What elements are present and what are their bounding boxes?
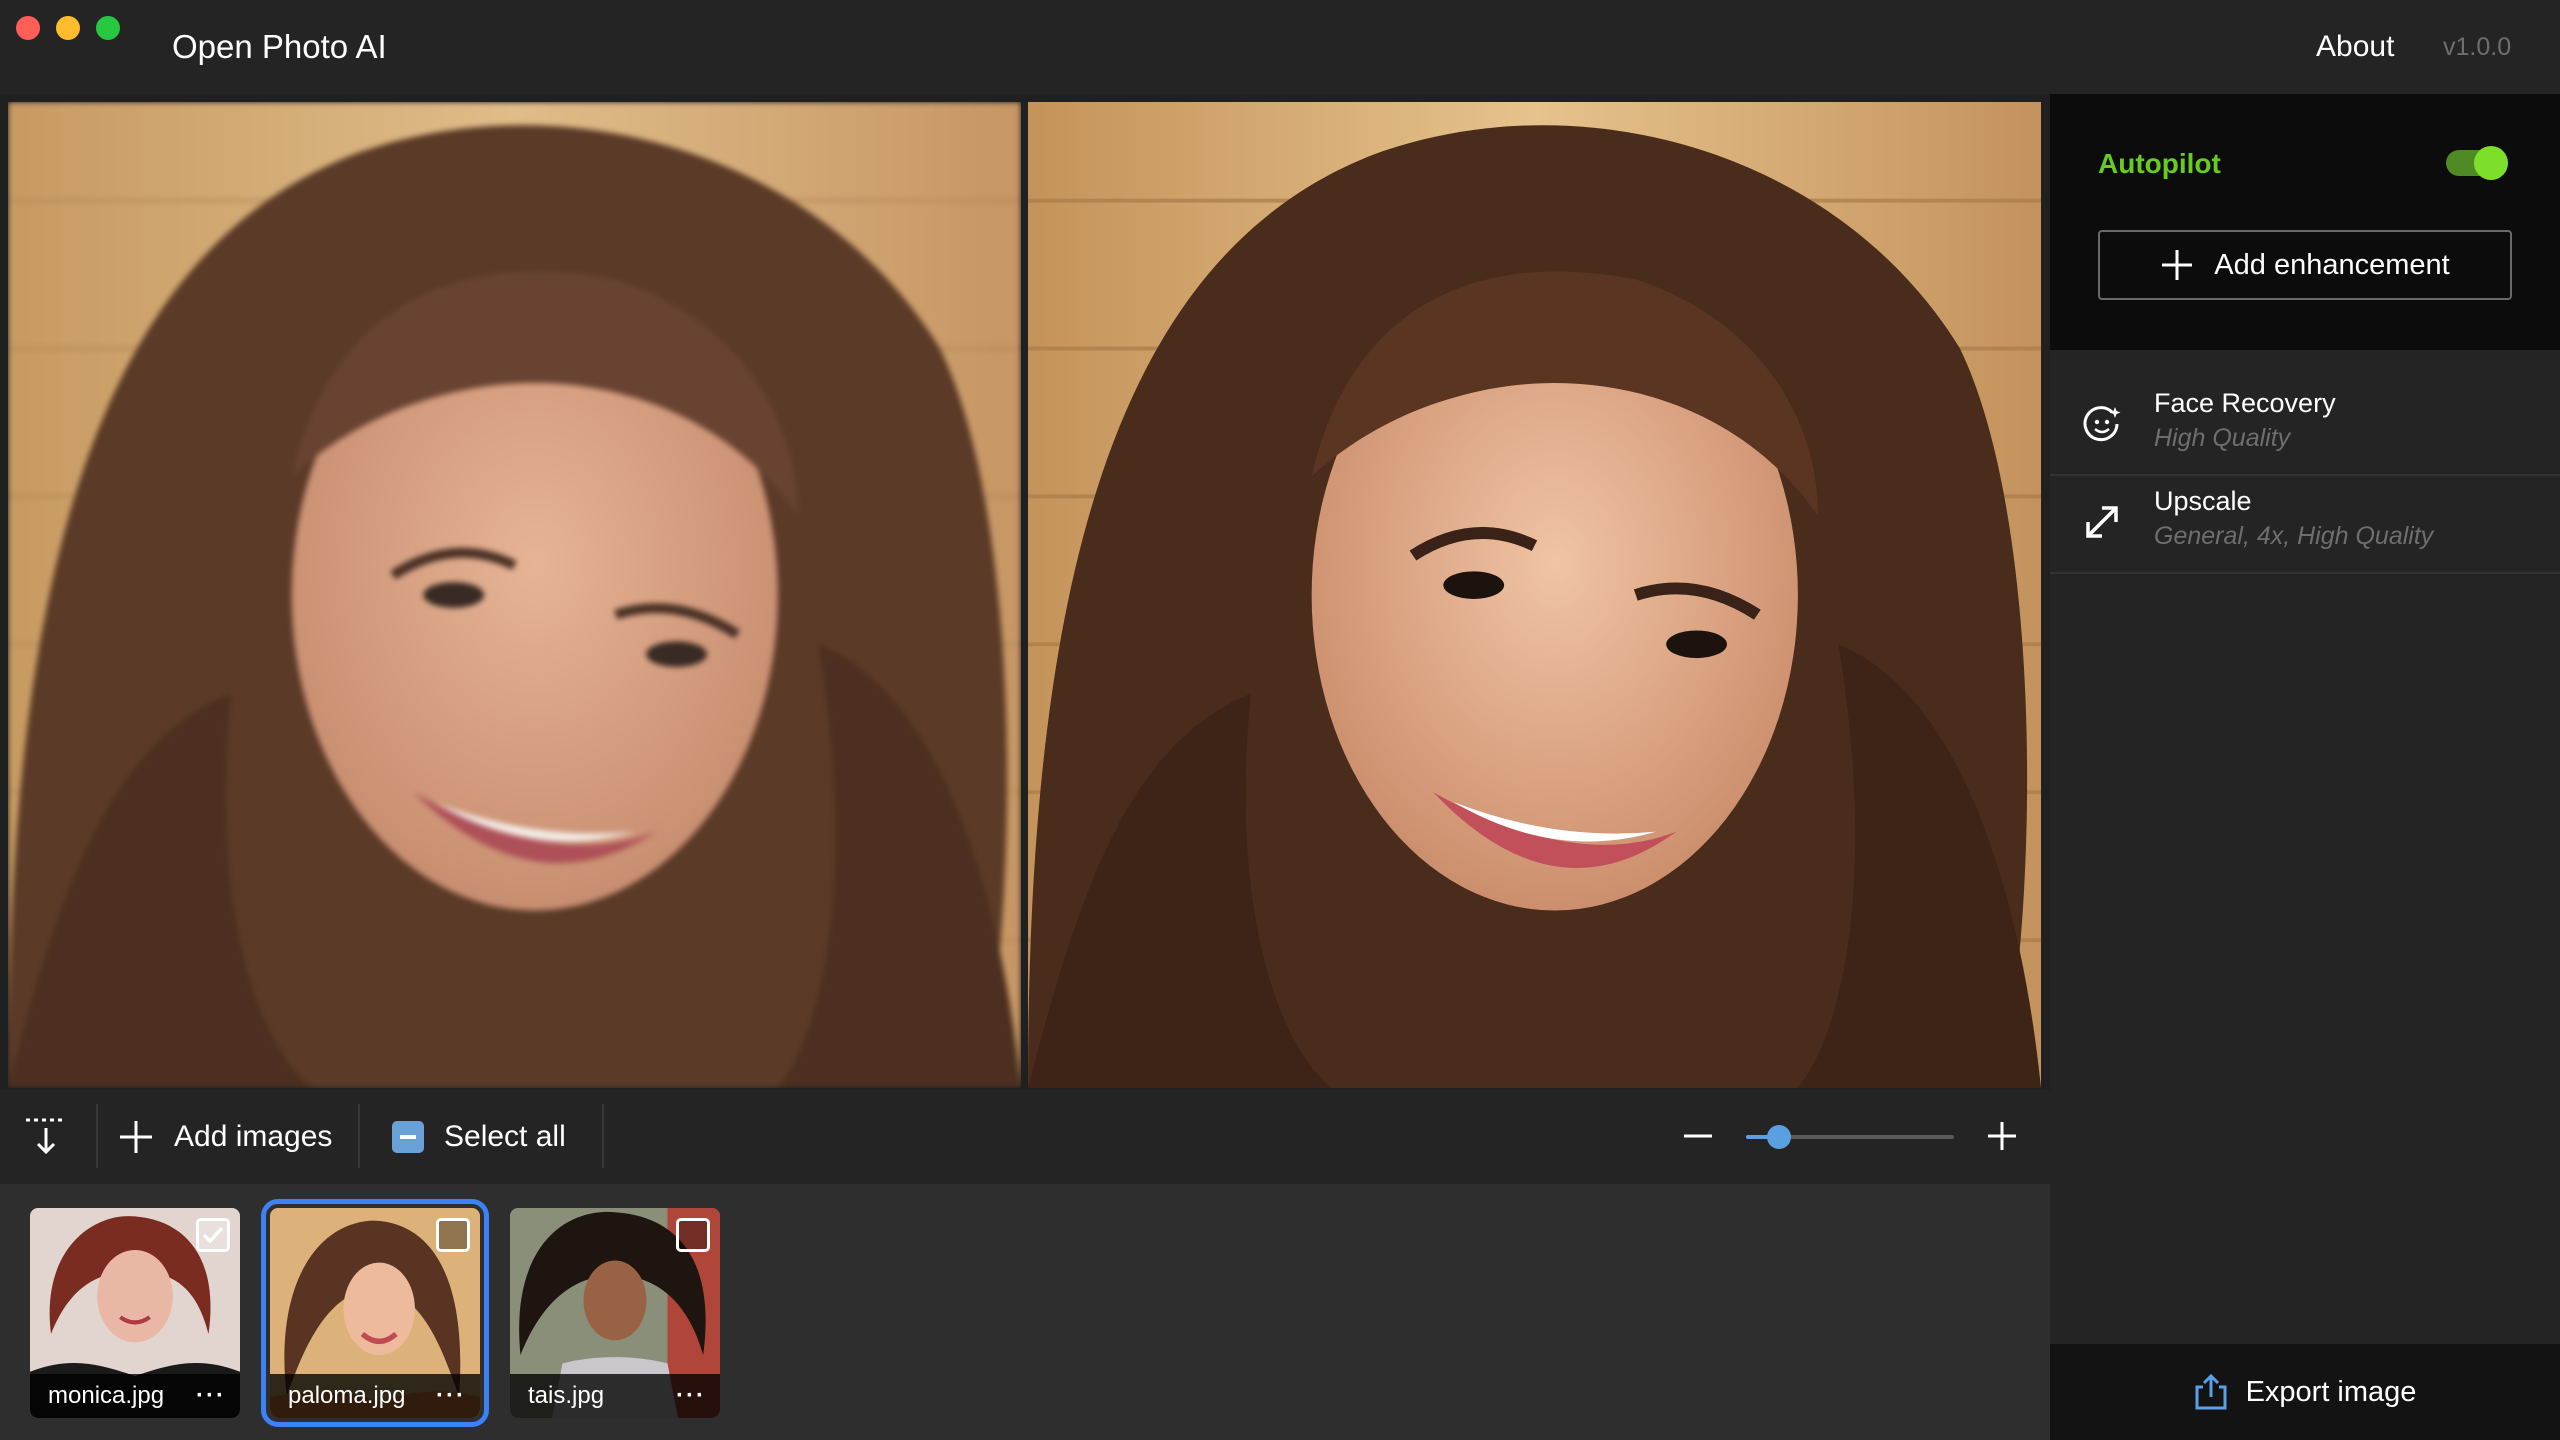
autopilot-toggle[interactable] xyxy=(2446,146,2508,180)
thumbnail-strip: monica.jpg ··· paloma.jpg ··· tais.jpg ·… xyxy=(0,1184,2050,1440)
autopilot-label: Autopilot xyxy=(2098,148,2221,179)
plus-icon xyxy=(120,1121,152,1153)
window-close-button[interactable] xyxy=(16,16,40,40)
version-label: v1.0.0 xyxy=(2443,33,2512,61)
thumbnail-card[interactable]: paloma.jpg ··· xyxy=(261,1199,489,1427)
thumbnail-footer: tais.jpg ··· xyxy=(510,1374,720,1418)
select-all-button[interactable]: Select all xyxy=(392,1090,566,1184)
window-maximize-button[interactable] xyxy=(96,16,120,40)
preview-area xyxy=(0,94,2050,1090)
upscale-icon xyxy=(2086,506,2118,538)
export-image-button[interactable]: Export image xyxy=(2050,1344,2560,1440)
toolbar-divider xyxy=(358,1104,360,1168)
enhancement-subtitle: General, 4x, High Quality xyxy=(2154,522,2434,550)
autopilot-section: Autopilot Add enhancement xyxy=(2050,94,2560,350)
select-all-checkbox[interactable] xyxy=(392,1121,424,1153)
thumbnail-card[interactable]: tais.jpg ··· xyxy=(510,1208,720,1418)
thumbnail-checkbox[interactable] xyxy=(436,1218,470,1252)
enhancement-panel: Autopilot Add enhancement Face Recovery … xyxy=(2050,94,2560,1440)
zoom-slider[interactable] xyxy=(1746,1122,1954,1152)
thumbnail-more-button[interactable]: ··· xyxy=(436,1382,466,1410)
checkmark-icon xyxy=(202,1226,224,1244)
original-image[interactable] xyxy=(8,102,1021,1088)
thumbnail-checkbox[interactable] xyxy=(196,1218,230,1252)
thumbnail-checkbox[interactable] xyxy=(676,1218,710,1252)
thumbnail-filename: monica.jpg xyxy=(48,1382,165,1409)
enhancement-item-face-recovery[interactable]: Face Recovery High Quality xyxy=(2050,378,2560,476)
enhanced-image[interactable] xyxy=(1028,102,2041,1088)
export-icon xyxy=(2195,1373,2227,1410)
image-toolbar: Add images Select all xyxy=(0,1090,2050,1184)
title-bar: Open Photo AI About v1.0.0 xyxy=(0,0,2560,94)
thumbnail-card[interactable]: monica.jpg ··· xyxy=(30,1208,240,1418)
thumbnail-footer: paloma.jpg ··· xyxy=(270,1374,480,1418)
thumbnail-more-button[interactable]: ··· xyxy=(676,1382,706,1410)
import-icon[interactable] xyxy=(24,1114,68,1158)
add-enhancement-button[interactable]: Add enhancement xyxy=(2098,230,2512,300)
portrait-after-illustration xyxy=(1028,102,2041,1088)
about-link[interactable]: About xyxy=(2316,30,2394,64)
thumbnail-footer: monica.jpg ··· xyxy=(30,1374,240,1418)
add-enhancement-label: Add enhancement xyxy=(2214,248,2450,281)
enhancement-title: Upscale xyxy=(2154,486,2252,516)
add-images-button[interactable]: Add images xyxy=(118,1090,332,1184)
window-minimize-button[interactable] xyxy=(56,16,80,40)
autopilot-toggle-knob xyxy=(2474,146,2508,180)
portrait-before-illustration xyxy=(8,102,1021,1088)
select-all-label: Select all xyxy=(444,1120,566,1153)
zoom-slider-handle[interactable] xyxy=(1767,1125,1792,1149)
thumbnail-filename: paloma.jpg xyxy=(288,1382,406,1409)
plus-icon xyxy=(2162,250,2193,280)
thumbnail-filename: tais.jpg xyxy=(528,1382,605,1409)
thumbnail-more-button[interactable]: ··· xyxy=(196,1382,226,1410)
face-recovery-icon xyxy=(2083,406,2121,442)
app-title: Open Photo AI xyxy=(172,28,387,65)
zoom-in-icon[interactable] xyxy=(1984,1118,2020,1154)
enhancement-title: Face Recovery xyxy=(2154,388,2336,418)
toolbar-divider xyxy=(96,1104,98,1168)
enhancement-subtitle: High Quality xyxy=(2154,424,2291,452)
add-images-label: Add images xyxy=(174,1120,333,1153)
zoom-out-icon[interactable] xyxy=(1680,1118,1716,1154)
toolbar-divider xyxy=(602,1104,604,1168)
export-image-label: Export image xyxy=(2245,1375,2417,1408)
enhancement-item-upscale[interactable]: Upscale General, 4x, High Quality xyxy=(2050,476,2560,574)
